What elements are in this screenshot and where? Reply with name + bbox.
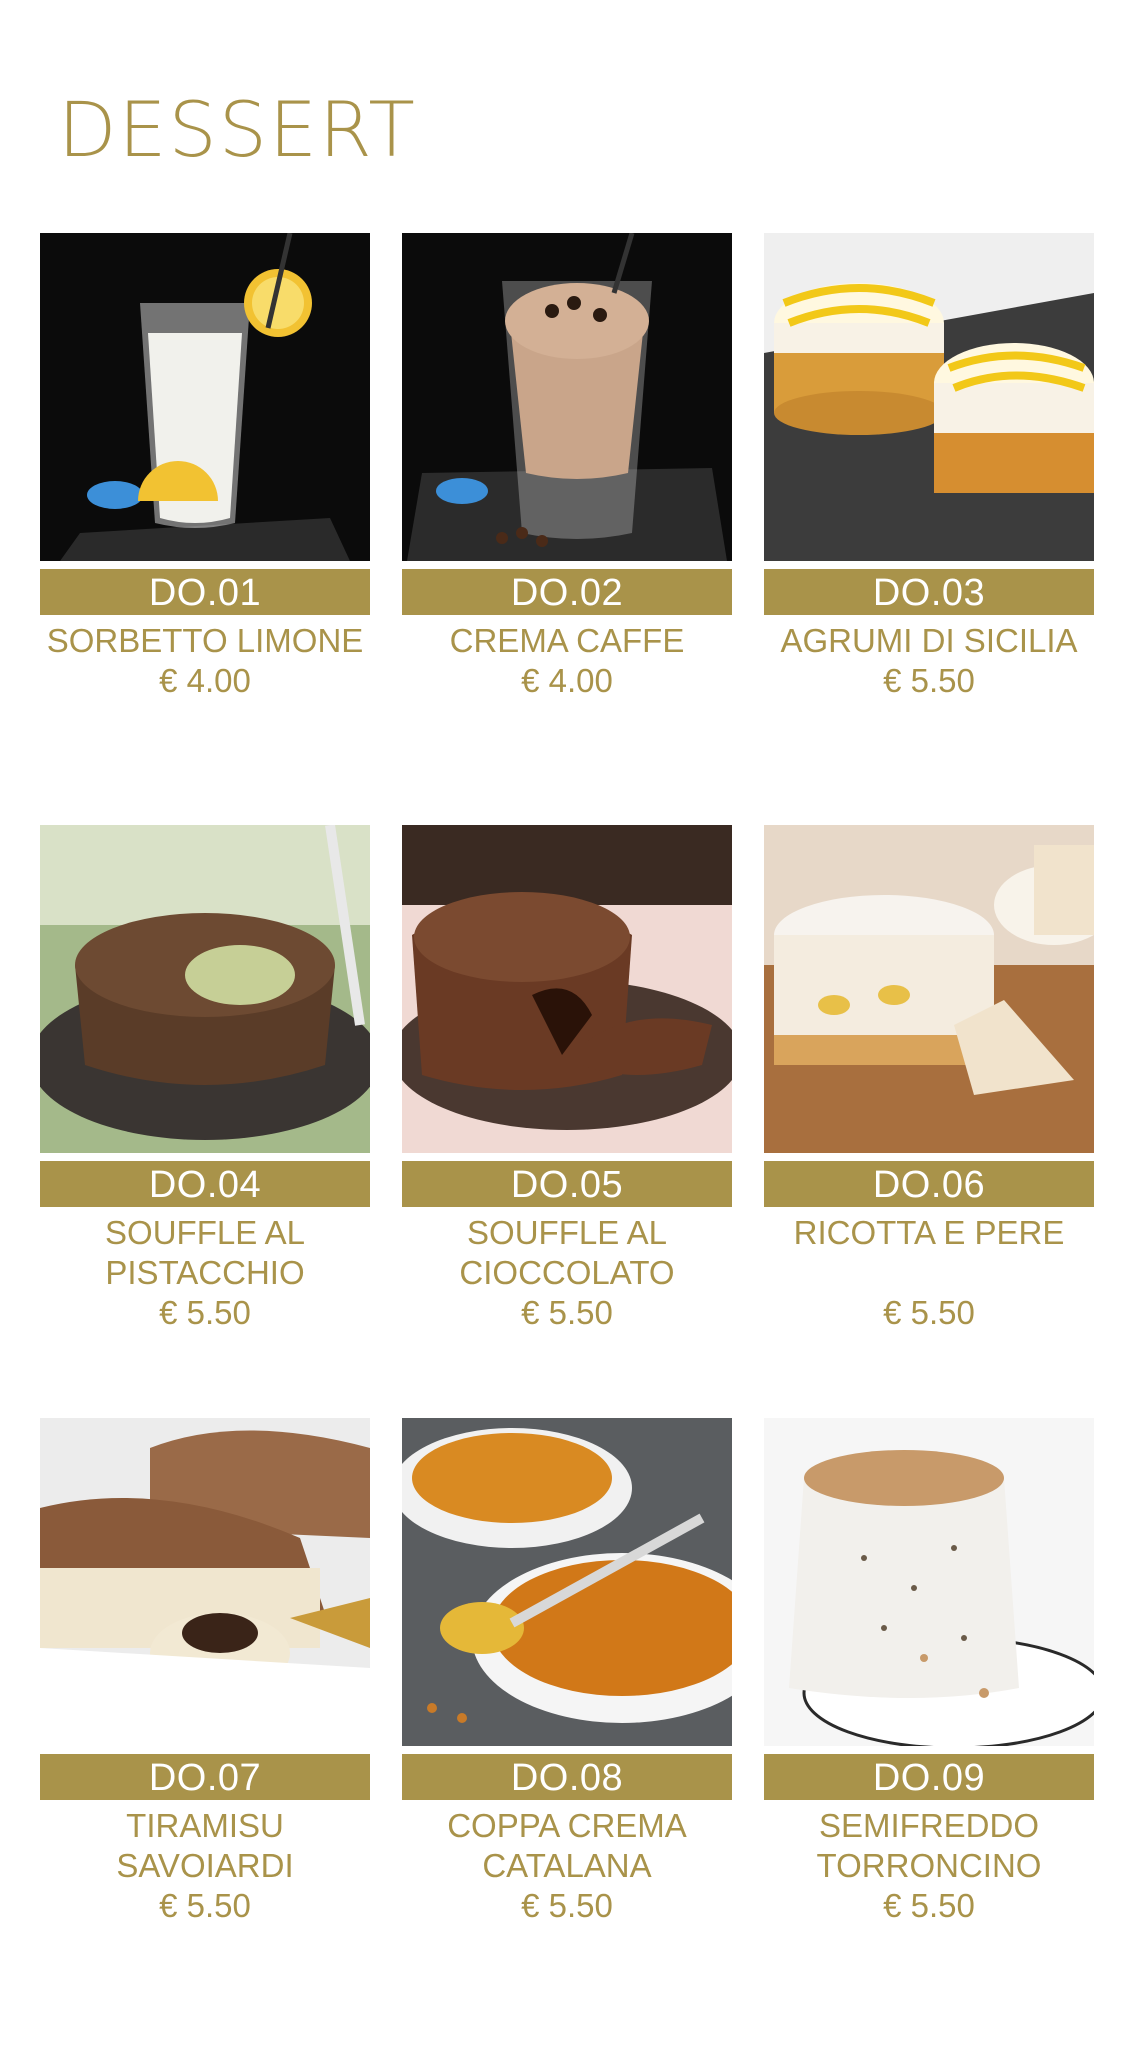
item-price: € 5.50 [521, 1887, 613, 1924]
item-name-line-1: COPPA CREMA [447, 1807, 687, 1844]
item-name-line-1: CREMA CAFFE [449, 622, 685, 659]
ricotta-e-pere-photo [764, 825, 1094, 1153]
menu-item-card[interactable]: DO.01 SORBETTO LIMONE € 4.00 [40, 233, 370, 701]
item-code: DO.05 [402, 1161, 732, 1207]
item-price: € 4.00 [521, 662, 613, 699]
item-name: COPPA CREMA CATALANA [402, 1806, 732, 1886]
menu-item-card[interactable]: DO.02 CREMA CAFFE € 4.00 [402, 233, 732, 701]
menu-item-card[interactable]: DO.06 RICOTTA E PERE € 5.50 [764, 825, 1094, 1333]
item-name-line-2: SAVOIARDI [116, 1847, 294, 1884]
item-price: € 5.50 [521, 1294, 613, 1331]
menu-page: DESSERT DO.01 SORBETTO LIMONE € 4.00 DO.… [0, 0, 1138, 2048]
item-price: € 5.50 [883, 1887, 975, 1924]
item-code: DO.04 [40, 1161, 370, 1207]
item-name: SOUFFLE AL PISTACCHIO [40, 1213, 370, 1293]
item-code: DO.07 [40, 1754, 370, 1800]
menu-item-card[interactable]: DO.05 SOUFFLE AL CIOCCOLATO € 5.50 [402, 825, 732, 1333]
semifreddo-torroncino-photo [764, 1418, 1094, 1746]
item-price: € 5.50 [883, 1294, 975, 1331]
item-price: € 5.50 [159, 1887, 251, 1924]
item-name-line-1: SEMIFREDDO [818, 1807, 1039, 1844]
menu-item-card[interactable]: DO.09 SEMIFREDDO TORRONCINO € 5.50 [764, 1418, 1094, 1926]
item-price: € 5.50 [883, 662, 975, 699]
item-name: SEMIFREDDO TORRONCINO [764, 1806, 1094, 1886]
tiramisu-savoiardi-photo [40, 1418, 370, 1746]
sorbetto-limone-photo [40, 233, 370, 561]
item-name-line-1: TIRAMISU [126, 1807, 284, 1844]
crema-caffe-photo [402, 233, 732, 561]
menu-item-card[interactable]: DO.04 SOUFFLE AL PISTACCHIO € 5.50 [40, 825, 370, 1333]
item-name-line-2: CIOCCOLATO [459, 1254, 675, 1291]
souffle-cioccolato-photo [402, 825, 732, 1153]
item-name-line-2: CATALANA [482, 1847, 652, 1884]
item-name-line-2: TORRONCINO [816, 1847, 1042, 1884]
item-code: DO.02 [402, 569, 732, 615]
item-name: CREMA CAFFE [402, 621, 732, 661]
item-code: DO.03 [764, 569, 1094, 615]
agrumi-di-sicilia-photo [764, 233, 1094, 561]
souffle-pistacchio-photo [40, 825, 370, 1153]
item-code: DO.01 [40, 569, 370, 615]
item-name-line-2 [764, 1253, 1094, 1293]
item-price: € 5.50 [159, 1294, 251, 1331]
item-name-line-1: AGRUMI DI SICILIA [780, 622, 1078, 659]
page-title: DESSERT [58, 85, 417, 174]
item-name: SORBETTO LIMONE [40, 621, 370, 661]
item-name-line-2: PISTACCHIO [105, 1254, 305, 1291]
item-name: TIRAMISU SAVOIARDI [40, 1806, 370, 1886]
item-name-line-1: SORBETTO LIMONE [46, 622, 364, 659]
item-name-line-1: SOUFFLE AL [105, 1214, 305, 1251]
menu-item-card[interactable]: DO.08 COPPA CREMA CATALANA € 5.50 [402, 1418, 732, 1926]
item-name: RICOTTA E PERE [764, 1213, 1094, 1293]
item-code: DO.09 [764, 1754, 1094, 1800]
item-name-line-1: SOUFFLE AL [467, 1214, 667, 1251]
coppa-crema-catalana-photo [402, 1418, 732, 1746]
item-code: DO.06 [764, 1161, 1094, 1207]
item-name-line-1: RICOTTA E PERE [793, 1214, 1065, 1251]
item-name: AGRUMI DI SICILIA [764, 621, 1094, 661]
menu-item-card[interactable]: DO.07 TIRAMISU SAVOIARDI € 5.50 [40, 1418, 370, 1926]
item-price: € 4.00 [159, 662, 251, 699]
menu-item-card[interactable]: DO.03 AGRUMI DI SICILIA € 5.50 [764, 233, 1094, 701]
item-name: SOUFFLE AL CIOCCOLATO [402, 1213, 732, 1293]
item-code: DO.08 [402, 1754, 732, 1800]
